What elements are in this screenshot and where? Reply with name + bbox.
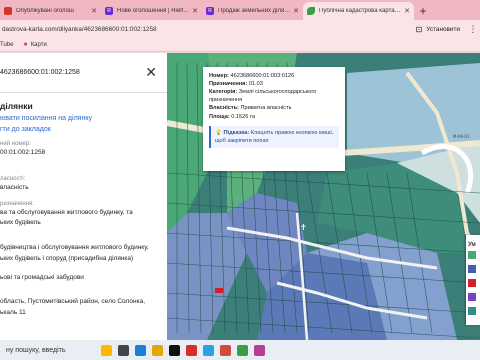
tab-close-icon[interactable]: ✕ <box>293 7 299 15</box>
chrome-icon[interactable] <box>237 344 248 356</box>
tab-2[interactable]: R Нове оголошення | Rieltor від ✕ <box>101 2 202 20</box>
close-icon[interactable]: ✕ <box>145 64 157 81</box>
popup-ownership-value: Приватна власність <box>240 105 292 112</box>
legend-swatch-purple[interactable] <box>468 293 476 301</box>
use-value-1: будівництва і обслуговування житлового б… <box>0 244 149 252</box>
tab-title: Публічна кадастрова карта Ук <box>319 8 403 14</box>
cadastral-number-value: 00:01:002:1258 <box>0 149 46 156</box>
tab-4-active[interactable]: Публічна кадастрова карта Ук ✕ <box>303 2 414 20</box>
popup-purpose-label: Призначення: <box>209 81 248 88</box>
app-icon[interactable] <box>254 344 265 356</box>
tab-favicon-icon <box>4 7 12 15</box>
popup-area-row: Площа: 0.1526 га <box>209 113 339 121</box>
tab-strip: Опублікувані оголош ✕ R Нове оголошення … <box>0 0 480 20</box>
os-taskbar: ну пошуку, введіть <box>0 340 480 360</box>
hint-label: Підказка: <box>223 129 250 136</box>
install-button[interactable]: ⊡ Установити <box>416 25 460 34</box>
legend-title: Ум <box>468 242 476 248</box>
purpose-label: ризначення: <box>0 200 34 207</box>
popup-purpose-row: Призначення: 01.03 <box>209 80 339 88</box>
cadastral-number-label: ний номер: <box>0 141 31 147</box>
legend-items: Ум <box>468 242 476 321</box>
taskbar-search[interactable]: ну пошуку, введіть <box>0 347 95 354</box>
ownership-label: ласності: <box>0 175 26 182</box>
url-field[interactable]: dastrova-karta.com/dilyanka/4623686600:0… <box>0 26 416 33</box>
browser-menu-icon[interactable]: ⋮ <box>468 24 478 35</box>
legend-swatch-teal[interactable] <box>468 307 476 315</box>
address-value-2: ькаль 11 <box>0 309 26 317</box>
popup-area-value: 0.1526 га <box>231 113 255 120</box>
legend-swatch-blue[interactable] <box>468 265 476 273</box>
bookmark-label: Tube <box>0 41 14 48</box>
popup-category-row: Категорія: Землі сільськогосподарського … <box>209 88 339 104</box>
purpose-value-1: ва та обслуговування житлового будинку, … <box>0 208 133 216</box>
tab-favicon-icon: R <box>105 7 113 15</box>
lightbulb-icon: 💡 <box>215 129 222 136</box>
address-value-1: область, Пустомитівський район, село Сол… <box>0 298 146 306</box>
popup-area-label: Площа: <box>209 113 230 120</box>
tab-title: Нове оголошення | Rieltor від <box>117 8 191 14</box>
purpose-value-2: ьких будівель <box>0 219 41 227</box>
popup-number-label: Номер: <box>209 73 229 79</box>
bookmarks-bar: Tube ● Карти <box>0 38 480 52</box>
task-view-icon[interactable] <box>118 344 129 356</box>
parcel-info-panel: 4623686600:01:002:1258 ✕ ділянки ювати п… <box>0 53 167 340</box>
install-icon: ⊡ <box>415 24 423 34</box>
popup-hint: 💡 Підказка: Клацніть правою кнопкою миші… <box>209 125 339 148</box>
taskbar-icons <box>95 344 265 356</box>
panel-title: ділянки <box>0 101 33 111</box>
telegram-icon[interactable] <box>203 344 214 356</box>
tab-title: Опублікувані оголош <box>16 8 74 14</box>
tab-close-icon[interactable]: ✕ <box>404 7 410 15</box>
bookmark-link[interactable]: гти до закладок <box>0 126 167 133</box>
bookmark-youtube[interactable]: Tube <box>0 42 13 48</box>
edge-icon[interactable] <box>135 344 146 356</box>
parcel-search-input[interactable]: 4623686600:01:002:1258 <box>0 69 145 76</box>
pdf-icon[interactable] <box>186 344 197 356</box>
tab-close-icon[interactable]: ✕ <box>192 7 198 15</box>
popup-ownership-row: Власність: Приватна власність <box>209 104 339 112</box>
share-link[interactable]: ювати посилання на ділянку <box>0 115 167 122</box>
store-icon[interactable] <box>169 344 180 356</box>
road-label: M-06-01 <box>453 134 470 139</box>
taskbar-search-text: ну пошуку, введіть <box>6 346 66 354</box>
bookmark-label: Карти <box>30 41 47 48</box>
weather-icon[interactable] <box>101 344 112 356</box>
parcel-popup: Номер: 4623686600:01:003:0126 Призначенн… <box>203 67 345 171</box>
parcel-search-row: 4623686600:01:002:1258 ✕ <box>0 53 167 93</box>
bookmark-maps[interactable]: ● Карти <box>23 41 46 48</box>
install-label: Установити <box>426 25 460 33</box>
use-value-2: ьких будівель і споруд (присадибна ділян… <box>0 254 134 262</box>
popup-purpose-value: 01.03 <box>248 81 263 88</box>
svg-text:✝: ✝ <box>300 223 307 232</box>
explorer-icon[interactable] <box>152 344 163 356</box>
new-tab-button[interactable]: + <box>414 2 432 20</box>
maps-pin-icon: ● <box>23 41 28 48</box>
popup-number-row: Номер: 4623686600:01:003:0126 <box>209 72 339 80</box>
tab-title: Продаж земельних ділянок <box>218 8 292 14</box>
legend-swatch-red[interactable] <box>468 279 476 287</box>
popup-number-value: 4623686600:01:003:0126 <box>230 73 295 79</box>
tab-close-icon[interactable]: ✕ <box>91 7 97 15</box>
popup-ownership-label: Власність: <box>209 105 239 112</box>
tab-favicon-icon <box>307 7 315 15</box>
ownership-value: власність <box>0 183 29 191</box>
tab-favicon-icon: R <box>206 7 214 15</box>
address-bar: dastrova-karta.com/dilyanka/4623686600:0… <box>0 20 480 38</box>
tab-3[interactable]: R Продаж земельних ділянок ✕ <box>202 2 303 20</box>
category-value: ьові та громадські забудови <box>0 273 84 281</box>
acrobat-icon[interactable] <box>220 344 231 356</box>
popup-category-label: Категорія: <box>209 89 238 96</box>
tab-1[interactable]: Опублікувані оголош ✕ <box>0 2 101 20</box>
legend-swatch-green[interactable] <box>468 251 476 259</box>
